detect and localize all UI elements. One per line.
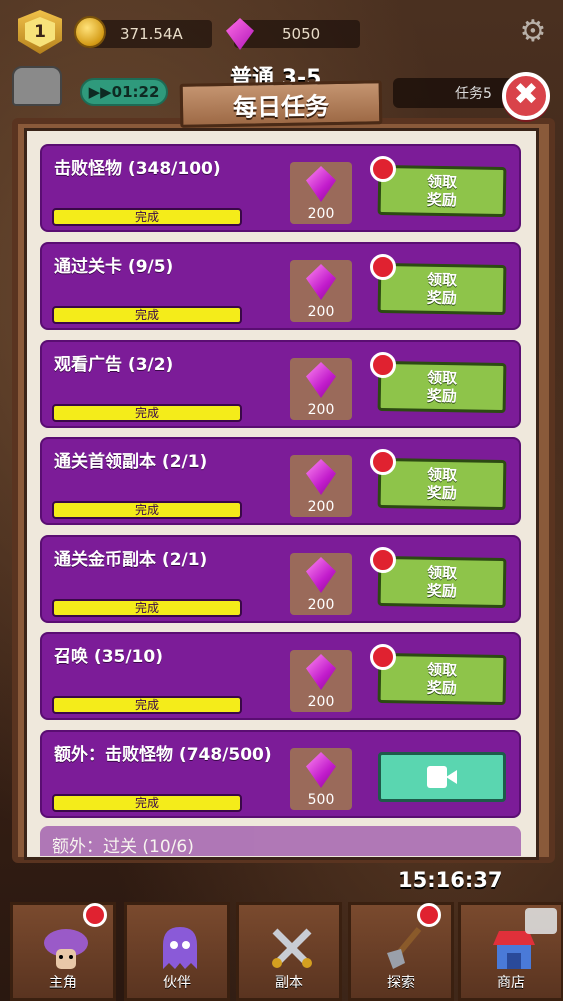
speed-timer[interactable]: ▶▶01:22 <box>80 78 168 106</box>
nav-explore-label: 探索 <box>387 975 415 991</box>
reward-amount: 200 <box>307 206 335 222</box>
reward-amount: 200 <box>307 304 335 320</box>
reward-amount: 200 <box>307 499 335 515</box>
gear-icon[interactable]: ⚙ <box>517 16 549 48</box>
task-progress-bar: 完成 <box>52 208 242 226</box>
task-progress-bar: 完成 <box>52 696 242 714</box>
reward-box: 500 <box>290 748 352 810</box>
notification-dot <box>370 156 396 182</box>
task-progress-bar: 完成 <box>52 404 242 422</box>
notification-dot <box>370 644 396 670</box>
video-camera-icon <box>427 766 457 788</box>
nav-tab-dungeon[interactable]: 副本 <box>236 902 342 1001</box>
nav-tab-explore[interactable]: 探索 <box>348 902 454 1001</box>
notification-dot <box>370 254 396 280</box>
task-name: 击败怪物 (348/100) <box>54 159 221 179</box>
notification-dot <box>370 547 396 573</box>
mushroom-hero-icon <box>41 923 91 973</box>
task-card: 通关首领副本 (2/1) 完成 200 领取 奖励 <box>40 437 521 525</box>
gem-amount: 5050 <box>282 25 321 43</box>
task-progress-bar: 完成 <box>52 599 242 617</box>
gem-counter: 5050 <box>234 20 360 48</box>
claim-reward-button[interactable]: 领取 奖励 <box>377 457 507 511</box>
shovel-icon <box>379 923 429 973</box>
task-card: 观看广告 (3/2) 完成 200 领取 奖励 <box>40 340 521 428</box>
bottom-nav: 主角 伙伴 副本 探索 商店 <box>0 898 563 1001</box>
gem-icon <box>306 654 336 690</box>
task-progress-bar: 完成 <box>52 501 242 519</box>
watch-video-button[interactable] <box>378 752 506 802</box>
gem-icon <box>306 752 336 788</box>
nav-companion-label: 伙伴 <box>163 975 191 991</box>
modal-title: 每日任务 <box>179 80 383 128</box>
reward-box: 200 <box>290 553 352 615</box>
nav-dungeon-label: 副本 <box>275 975 303 991</box>
task-name: 通关金币副本 (2/1) <box>54 550 208 570</box>
task-card: 通过关卡 (9/5) 完成 200 领取 奖励 <box>40 242 521 330</box>
task-card: 额外：击败怪物 (748/500) 完成 500 <box>40 730 521 818</box>
claim-reward-button[interactable]: 领取 奖励 <box>377 555 507 609</box>
task-name: 通过关卡 (9/5) <box>54 257 174 277</box>
clock: 15:16:37 <box>398 868 503 892</box>
ghost-companion-icon <box>155 923 205 973</box>
nav-tab-hero[interactable]: 主角 <box>10 902 116 1001</box>
reward-box: 200 <box>290 455 352 517</box>
level-badge[interactable]: 1 <box>18 10 62 54</box>
nav-explore-notification-dot <box>417 903 441 927</box>
task-name-partial: 额外：过关 (10/6) <box>52 837 194 857</box>
task-card: 召唤 (35/10) 完成 200 领取 奖励 <box>40 632 521 720</box>
top-bar: 1 371.54A 5050 ⚙ <box>0 0 563 64</box>
side-video-icon[interactable] <box>525 908 557 934</box>
nav-hero-label: 主角 <box>49 975 77 991</box>
notification-dot <box>370 449 396 475</box>
task-pill-label: 任务5 <box>455 86 492 102</box>
gem-icon <box>306 459 336 495</box>
reward-box: 200 <box>290 358 352 420</box>
task-name: 额外：击败怪物 (748/500) <box>54 745 272 765</box>
task-progress-bar: 完成 <box>52 794 242 812</box>
claim-reward-button[interactable]: 领取 奖励 <box>377 360 507 414</box>
claim-reward-button[interactable]: 领取 奖励 <box>377 164 507 218</box>
reward-box: 200 <box>290 162 352 224</box>
gem-icon <box>306 557 336 593</box>
task-card: 通关金币副本 (2/1) 完成 200 领取 奖励 <box>40 535 521 623</box>
task-progress-bar: 完成 <box>52 306 242 324</box>
task-name: 观看广告 (3/2) <box>54 355 174 375</box>
coin-icon <box>74 16 106 48</box>
task-card: 击败怪物 (348/100) 完成 200 领取 奖励 <box>40 144 521 232</box>
gem-icon <box>306 166 336 202</box>
claim-reward-button[interactable]: 领取 奖励 <box>377 262 507 316</box>
task-name: 通关首领副本 (2/1) <box>54 452 208 472</box>
reward-amount: 200 <box>307 597 335 613</box>
notification-dot <box>370 352 396 378</box>
reward-amount: 500 <box>307 792 335 808</box>
nav-tab-companion[interactable]: 伙伴 <box>124 902 230 1001</box>
task-name: 召唤 (35/10) <box>54 647 163 667</box>
reward-box: 200 <box>290 260 352 322</box>
reward-box: 200 <box>290 650 352 712</box>
level-number: 1 <box>25 17 55 47</box>
coin-amount: 371.54A <box>120 25 183 43</box>
robot-icon[interactable] <box>12 66 62 106</box>
close-button[interactable]: ✖ <box>502 72 550 120</box>
gem-icon <box>306 264 336 300</box>
reward-amount: 200 <box>307 402 335 418</box>
task-card-partial: 额外：过关 (10/6) <box>40 826 521 857</box>
reward-amount: 200 <box>307 694 335 710</box>
gem-icon <box>306 362 336 398</box>
nav-hero-notification-dot <box>83 903 107 927</box>
claim-reward-button[interactable]: 领取 奖励 <box>377 652 507 706</box>
crossed-swords-icon <box>267 923 317 973</box>
nav-shop-label: 商店 <box>497 975 525 991</box>
